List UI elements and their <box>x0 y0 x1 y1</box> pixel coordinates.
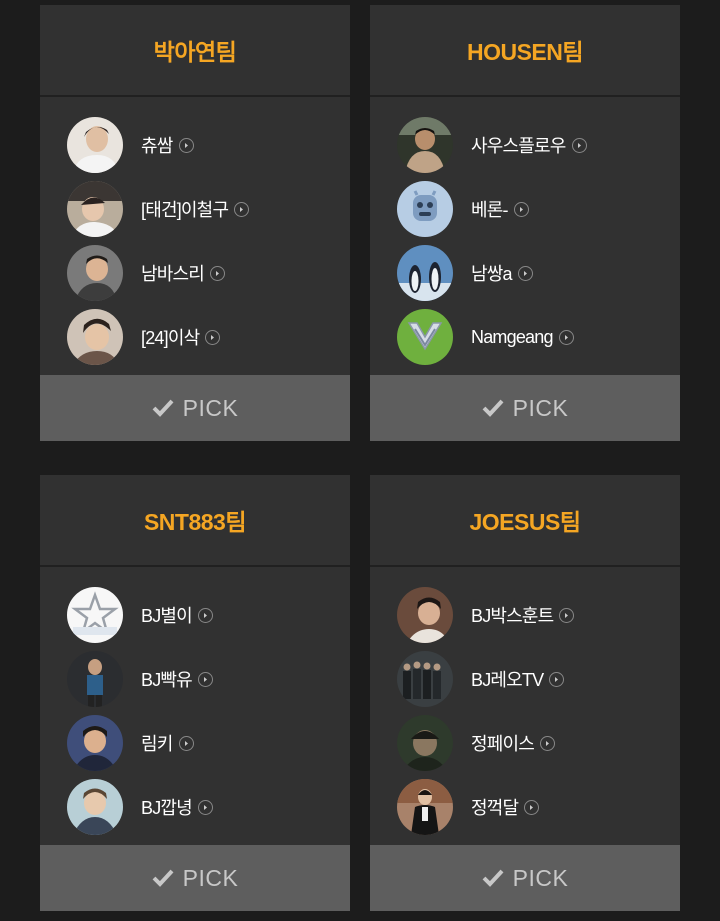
avatar <box>67 309 123 365</box>
team-header: 박아연팀 <box>40 5 350 97</box>
member-item[interactable]: [24]이삭 <box>40 305 350 369</box>
member-item[interactable]: BJ별이 <box>40 583 350 647</box>
member-list: BJ박스훈트 BJ레오TV 정페이스 정꺽달 <box>370 567 680 845</box>
member-name: 정페이스 <box>471 734 535 754</box>
member-item[interactable]: 남바스리 <box>40 241 350 305</box>
member-list: BJ별이 BJ빡유 림키 BJ깝녕 <box>40 567 350 845</box>
check-icon <box>152 869 174 887</box>
team-card: JOESUS팀 BJ박스훈트 BJ레오TV 정페이스 정꺽달 PICK <box>370 475 680 911</box>
member-item[interactable]: Namgeang <box>370 305 680 369</box>
member-list: 사우스플로우 베론- 남쌍a Namgeang <box>370 97 680 375</box>
check-icon <box>482 399 504 417</box>
pick-button[interactable]: PICK <box>40 845 350 911</box>
member-name: BJ별이 <box>141 606 193 626</box>
team-header: JOESUS팀 <box>370 475 680 567</box>
chevron-right-icon[interactable] <box>571 137 587 153</box>
team-card: SNT883팀 BJ별이 BJ빡유 림키 BJ깝녕 PICK <box>40 475 350 911</box>
avatar <box>67 245 123 301</box>
team-header: SNT883팀 <box>40 475 350 567</box>
group-photo-avatar <box>397 651 453 707</box>
chevron-right-icon[interactable] <box>517 265 533 281</box>
member-name: BJ빡유 <box>141 670 193 690</box>
member-name: BJ박스훈트 <box>471 606 554 626</box>
chevron-right-icon[interactable] <box>540 735 556 751</box>
avatar <box>67 779 123 835</box>
member-item[interactable]: 정꺽달 <box>370 775 680 839</box>
check-icon <box>152 399 174 417</box>
member-item[interactable]: 베론- <box>370 177 680 241</box>
member-list: 츄쌈 [태건]이철구 남바스리 [24]이삭 <box>40 97 350 375</box>
member-name: 림키 <box>141 734 173 754</box>
team-header: HOUSEN팀 <box>370 5 680 97</box>
pick-label: PICK <box>512 864 569 891</box>
avatar <box>67 715 123 771</box>
chevron-right-icon[interactable] <box>234 201 250 217</box>
member-name: 정꺽달 <box>471 798 519 818</box>
member-item[interactable]: BJ빡유 <box>40 647 350 711</box>
member-item[interactable]: BJ레오TV <box>370 647 680 711</box>
member-item[interactable]: 정페이스 <box>370 711 680 775</box>
member-item[interactable]: 츄쌈 <box>40 113 350 177</box>
pick-label: PICK <box>182 864 239 891</box>
member-item[interactable]: 남쌍a <box>370 241 680 305</box>
avatar <box>397 587 453 643</box>
chevron-right-icon[interactable] <box>559 607 575 623</box>
avatar <box>397 779 453 835</box>
member-name: [24]이삭 <box>141 328 200 348</box>
team-card: 박아연팀 츄쌈 [태건]이철구 남바스리 [24]이삭 PICK <box>40 5 350 441</box>
member-item[interactable]: BJ박스훈트 <box>370 583 680 647</box>
member-name: 남바스리 <box>141 264 205 284</box>
member-item[interactable]: 림키 <box>40 711 350 775</box>
team-card: HOUSEN팀 사우스플로우 베론- 남쌍a Namgeang PICK <box>370 5 680 441</box>
penguins-avatar <box>397 245 453 301</box>
pick-button[interactable]: PICK <box>370 845 680 911</box>
member-name: BJ깝녕 <box>141 798 193 818</box>
chevron-right-icon[interactable] <box>178 735 194 751</box>
avatar <box>67 117 123 173</box>
chevron-right-icon[interactable] <box>524 799 540 815</box>
pick-label: PICK <box>182 394 239 421</box>
chevron-right-icon[interactable] <box>558 329 574 345</box>
pick-button[interactable]: PICK <box>40 375 350 441</box>
chevron-right-icon[interactable] <box>197 799 213 815</box>
check-icon <box>482 869 504 887</box>
member-name: 사우스플로우 <box>471 136 566 156</box>
team-name: SNT883팀 <box>143 509 247 535</box>
chevron-right-icon[interactable] <box>549 671 565 687</box>
chevron-right-icon[interactable] <box>205 329 221 345</box>
chevron-right-icon[interactable] <box>513 201 529 217</box>
member-name: 츄쌈 <box>141 136 173 156</box>
avatar <box>67 181 123 237</box>
chevron-right-icon[interactable] <box>197 671 213 687</box>
chevron-right-icon[interactable] <box>197 607 213 623</box>
avatar <box>397 715 453 771</box>
member-name: 베론- <box>471 200 509 220</box>
avatar <box>397 117 453 173</box>
member-item[interactable]: [태건]이철구 <box>40 177 350 241</box>
star-logo-avatar <box>67 587 123 643</box>
member-name: BJ레오TV <box>471 670 544 690</box>
team-name: HOUSEN팀 <box>466 39 584 65</box>
chevron-right-icon[interactable] <box>210 265 226 281</box>
member-name: [태건]이철구 <box>141 200 229 220</box>
team-name: JOESUS팀 <box>469 509 581 535</box>
rank-emblem-avatar <box>397 309 453 365</box>
member-item[interactable]: BJ깝녕 <box>40 775 350 839</box>
pick-button[interactable]: PICK <box>370 375 680 441</box>
member-name: 남쌍a <box>471 264 513 284</box>
chevron-right-icon[interactable] <box>178 137 194 153</box>
pick-label: PICK <box>512 394 569 421</box>
member-name: Namgeang <box>471 326 553 347</box>
team-name: 박아연팀 <box>153 39 237 65</box>
robot-avatar <box>397 181 453 237</box>
avatar <box>67 651 123 707</box>
member-item[interactable]: 사우스플로우 <box>370 113 680 177</box>
